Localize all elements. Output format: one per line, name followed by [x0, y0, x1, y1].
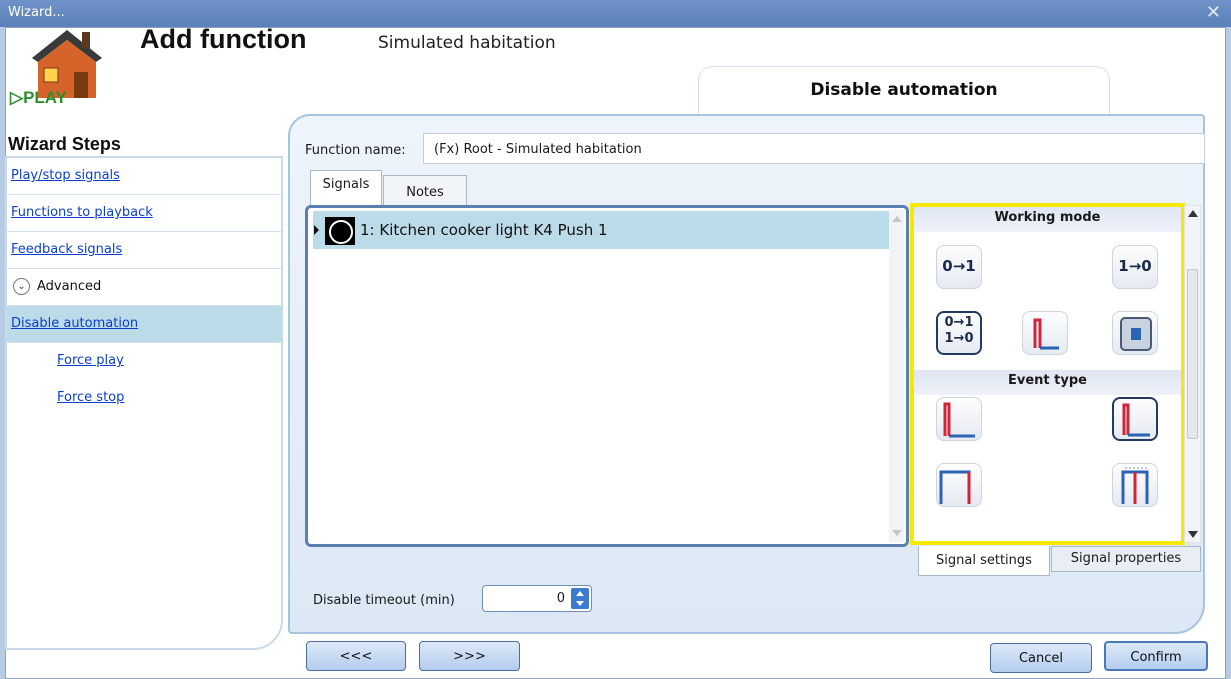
sidebar-item-label[interactable]: Feedback signals [11, 242, 122, 257]
sidebar-item-disable-automation[interactable]: Disable automation [7, 306, 281, 343]
current-step-label: Disable automation [810, 80, 998, 100]
previous-button[interactable]: <<< [306, 641, 406, 671]
tab-signals[interactable]: Signals [310, 170, 382, 206]
mode-rising-label: 0→1 [942, 257, 976, 275]
function-name-label: Function name: [305, 143, 406, 158]
event-level-button[interactable] [1112, 397, 1158, 441]
mode-switch-button[interactable] [1112, 311, 1158, 355]
signal-settings-panel: Working mode 0→1 1→0 0→1 1→0 Event type [910, 203, 1185, 545]
chevron-down-icon[interactable]: ⌄ [13, 278, 30, 295]
sidebar-item-force-play[interactable]: Force play [7, 343, 281, 380]
mode-both-top-label: 0→1 [944, 315, 974, 330]
event-double-pulse-button[interactable] [1112, 463, 1158, 507]
mode-falling-button[interactable]: 1→0 [1112, 245, 1158, 289]
tab-notes[interactable]: Notes [383, 175, 467, 206]
close-icon[interactable]: ✕ [1206, 2, 1221, 23]
scroll-down-icon[interactable] [892, 530, 902, 536]
scroll-up-icon[interactable] [892, 216, 902, 222]
sidebar-item-label[interactable]: Play/stop signals [11, 168, 120, 183]
rising-edge-icon [943, 402, 975, 438]
sidebar-item-label[interactable]: Force play [57, 353, 124, 368]
working-mode-title: Working mode [914, 207, 1181, 232]
scroll-up-icon[interactable] [1188, 210, 1198, 217]
wizard-steps-sidebar: Play/stop signals Functions to playback … [5, 156, 283, 650]
scroll-thumb[interactable] [1187, 269, 1198, 439]
disable-timeout-stepper[interactable]: 0 [482, 585, 592, 612]
sidebar-item-label[interactable]: Functions to playback [11, 205, 153, 220]
house-logo-icon [32, 30, 102, 98]
square-pulse-icon [939, 470, 971, 504]
sidebar-item-feedback[interactable]: Feedback signals [7, 232, 281, 269]
list-item[interactable]: 1: Kitchen cooker light K4 Push 1 [313, 211, 893, 249]
signals-list[interactable]: 1: Kitchen cooker light K4 Push 1 [305, 205, 909, 547]
play-logo-label: PLAY [23, 88, 67, 107]
page-subtitle: Simulated habitation [378, 33, 556, 53]
page-title: Add function [140, 24, 307, 54]
disable-timeout-value: 0 [556, 591, 565, 606]
sidebar-item-functions[interactable]: Functions to playback [7, 195, 281, 232]
event-pulse-button[interactable] [936, 463, 982, 507]
event-rise-button[interactable] [936, 397, 982, 441]
play-logo-text: ▷PLAY [10, 88, 67, 107]
row-expand-icon[interactable] [314, 225, 319, 235]
push-button-icon [325, 217, 355, 245]
event-type-title: Event type [914, 370, 1181, 395]
signal-label: 1: Kitchen cooker light K4 Push 1 [360, 221, 608, 239]
tab-signal-settings[interactable]: Signal settings [918, 546, 1050, 576]
stepper-arrows-icon[interactable] [571, 588, 589, 609]
mode-both-bottom-label: 1→0 [944, 331, 974, 346]
scroll-down-icon[interactable] [1188, 531, 1198, 538]
pulse-icon [1033, 318, 1059, 350]
confirm-button[interactable]: Confirm [1104, 641, 1208, 671]
settings-scrollbar[interactable] [1184, 205, 1201, 543]
wizard-steps-title: Wizard Steps [8, 134, 121, 154]
advanced-label: Advanced [37, 279, 102, 294]
next-button[interactable]: >>> [419, 641, 520, 671]
sidebar-advanced-toggle[interactable]: ⌄ Advanced [7, 269, 281, 306]
sidebar-item-label[interactable]: Disable automation [11, 316, 138, 331]
sidebar-item-force-stop[interactable]: Force stop [7, 380, 281, 417]
switch-icon [1120, 317, 1152, 351]
level-edge-icon [1122, 403, 1150, 437]
title-bar: Wizard... ✕ [0, 0, 1231, 27]
mode-rising-button[interactable]: 0→1 [936, 245, 982, 289]
tab-signal-properties[interactable]: Signal properties [1051, 546, 1201, 572]
sidebar-item-play-stop[interactable]: Play/stop signals [7, 158, 281, 195]
mode-both-button[interactable]: 0→1 1→0 [936, 311, 982, 355]
list-scrollbar[interactable] [889, 210, 904, 542]
disable-timeout-label: Disable timeout (min) [313, 593, 455, 608]
mode-pulse-button[interactable] [1022, 311, 1068, 355]
sidebar-item-label[interactable]: Force stop [57, 390, 124, 405]
current-step-tab: Disable automation [698, 66, 1110, 114]
cancel-button[interactable]: Cancel [990, 643, 1092, 673]
mode-falling-label: 1→0 [1118, 257, 1152, 275]
double-pulse-icon [1121, 467, 1149, 504]
function-name-input[interactable]: (Fx) Root - Simulated habitation [423, 133, 1205, 164]
